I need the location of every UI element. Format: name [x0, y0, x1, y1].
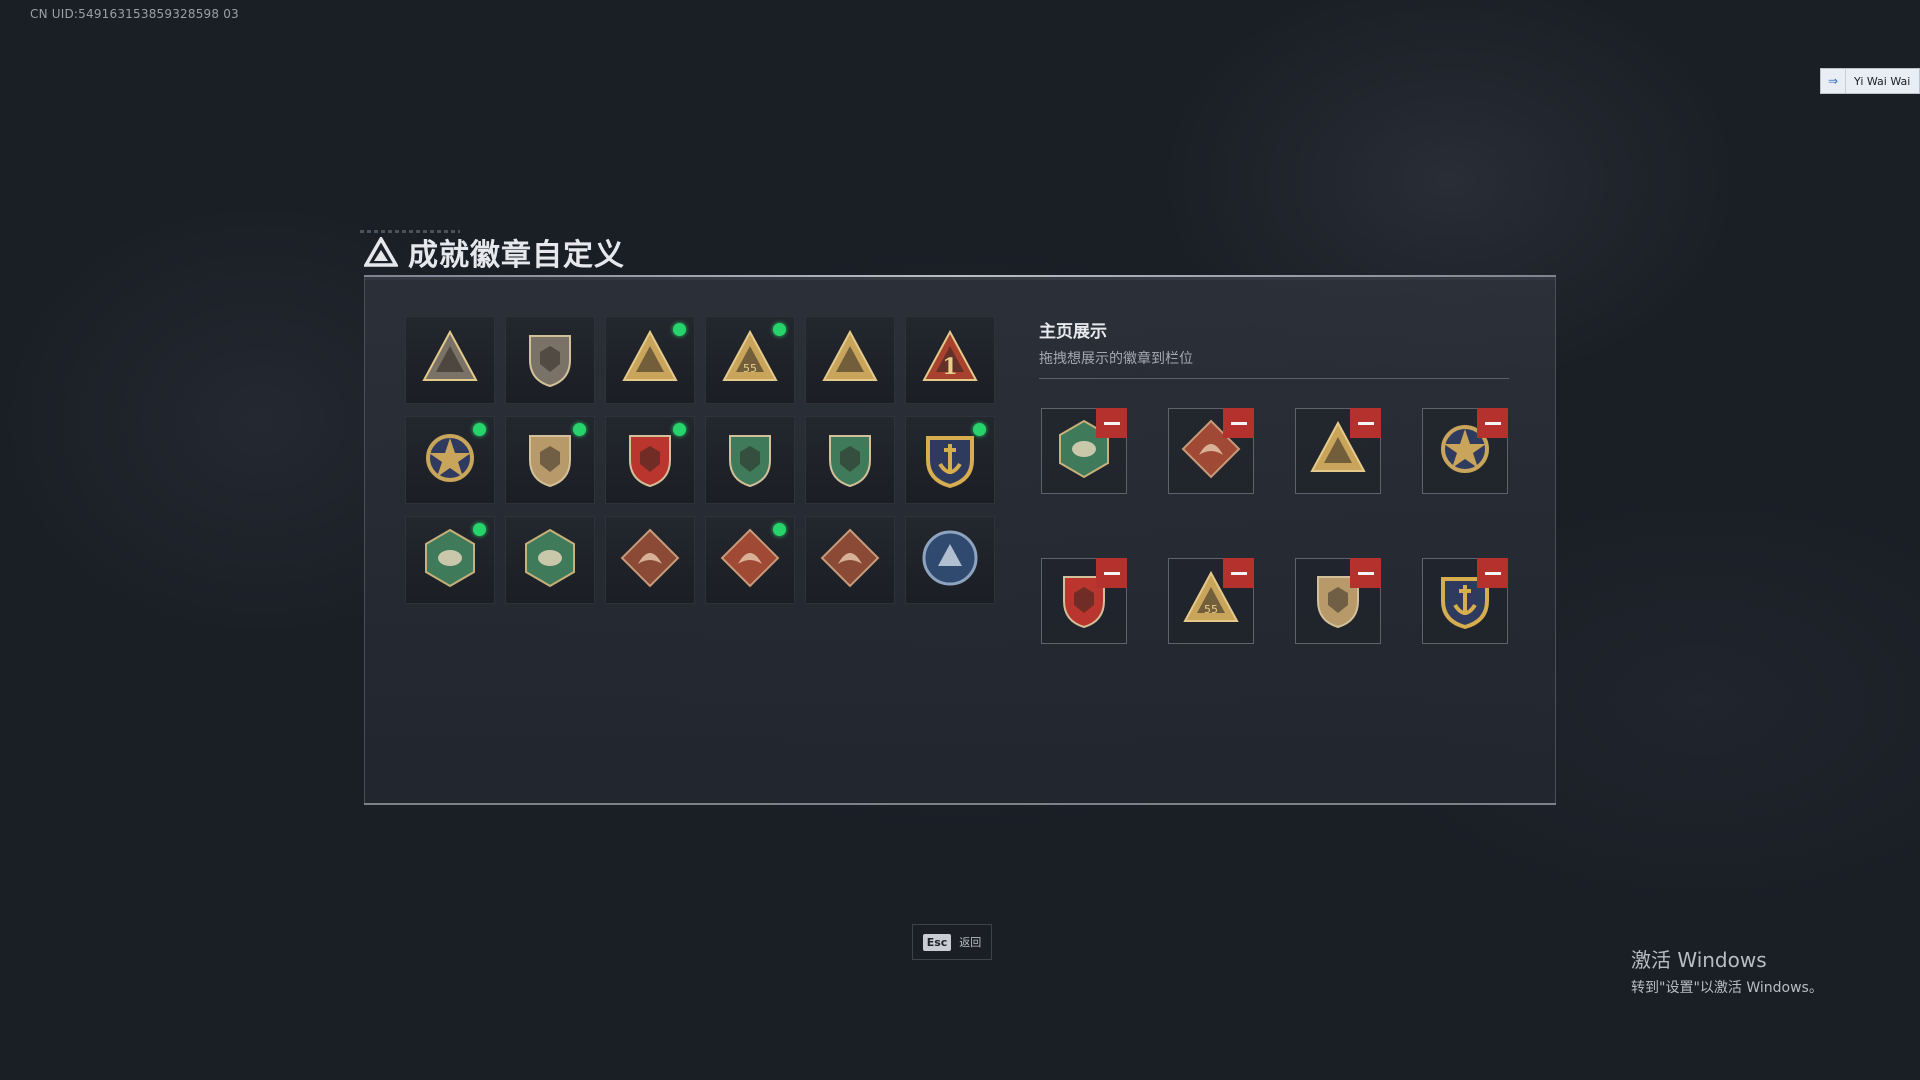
minus-icon	[1484, 571, 1501, 575]
remove-badge-button[interactable]	[1223, 408, 1254, 438]
remove-badge-button[interactable]	[1096, 408, 1127, 438]
showcase-title: 主页展示	[1039, 322, 1107, 342]
homepage-showcase: 主页展示 拖拽想展示的徽章到栏位 55	[1039, 317, 1509, 644]
remove-badge-button[interactable]	[1477, 408, 1508, 438]
minus-icon	[1357, 571, 1374, 575]
badge-cell[interactable]	[705, 416, 795, 504]
helicopter-badge-icon	[518, 326, 582, 394]
showcase-slot[interactable]	[1295, 558, 1381, 644]
badge-cell[interactable]	[505, 416, 595, 504]
minus-icon	[1230, 571, 1247, 575]
minus-icon	[1484, 421, 1501, 425]
dialog-title: 成就徽章自定义	[408, 238, 625, 273]
hands-triangle-badge-icon	[818, 326, 882, 394]
new-indicator-dot	[673, 423, 686, 436]
number-one-triangle-badge-icon: 1	[918, 326, 982, 394]
remove-badge-button[interactable]	[1096, 558, 1127, 588]
back-button[interactable]: Esc 返回	[912, 924, 992, 960]
badge-cell[interactable]: 1	[905, 316, 995, 404]
dragon-diamond-badge-icon	[618, 526, 682, 594]
badge-cell[interactable]	[605, 416, 695, 504]
badge-cell[interactable]	[905, 416, 995, 504]
new-indicator-dot	[573, 423, 586, 436]
divider	[1039, 378, 1509, 379]
new-indicator-dot	[773, 323, 786, 336]
wasp-hexagon-badge-icon	[418, 526, 482, 594]
triangle-logo-icon	[364, 237, 398, 267]
sword-triangle-badge-icon	[618, 326, 682, 394]
panel-bottom-line	[364, 803, 1556, 805]
new-indicator-dot	[473, 423, 486, 436]
new-indicator-dot	[973, 423, 986, 436]
activation-hint: 转到"设置"以激活 Windows。	[1631, 980, 1823, 996]
user-chip[interactable]: ⇒ Yi Wai Wai	[1820, 68, 1920, 94]
badge-cell[interactable]	[805, 316, 895, 404]
badge-cell[interactable]	[605, 316, 695, 404]
showcase-slot[interactable]	[1041, 408, 1127, 494]
star-medal-badge-icon	[418, 426, 482, 494]
badge-cell[interactable]	[805, 516, 895, 604]
showcase-slot[interactable]	[1422, 558, 1508, 644]
showcase-slot[interactable]	[1422, 408, 1508, 494]
minus-icon	[1230, 421, 1247, 425]
minus-icon	[1103, 421, 1120, 425]
anchor-gold-badge-icon	[918, 426, 982, 494]
showcase-slot[interactable]: 55	[1168, 558, 1254, 644]
hand-hexagon-badge-icon	[518, 526, 582, 594]
dialog-header: 成就徽章自定义	[364, 230, 625, 274]
green-crosshair-shield-badge-icon	[818, 426, 882, 494]
login-arrow-icon: ⇒	[1821, 69, 1846, 93]
new-indicator-dot	[673, 323, 686, 336]
shield-chevron-badge-icon	[518, 426, 582, 494]
eagle-shield-badge-icon	[618, 426, 682, 494]
remove-badge-button[interactable]	[1350, 408, 1381, 438]
windows-activation-watermark: 激活 Windows 转到"设置"以激活 Windows。	[1631, 944, 1823, 997]
svg-text:1: 1	[942, 354, 957, 380]
back-label: 返回	[959, 936, 982, 949]
user-name: Yi Wai Wai	[1854, 74, 1911, 88]
remove-badge-button[interactable]	[1350, 558, 1381, 588]
bag-55-triangle-badge-icon: 55	[718, 326, 782, 394]
new-indicator-dot	[473, 523, 486, 536]
minus-icon	[1357, 421, 1374, 425]
new-indicator-dot	[773, 523, 786, 536]
badge-cell[interactable]	[805, 416, 895, 504]
badge-cell[interactable]: 55	[705, 316, 795, 404]
badge-cell[interactable]	[905, 516, 995, 604]
remove-badge-button[interactable]	[1477, 558, 1508, 588]
wolf-circle-badge-icon	[918, 526, 982, 594]
badge-customize-panel: 55 1 主页展示 拖拽想展示的徽章到栏位 55	[364, 277, 1556, 805]
showcase-subtitle: 拖拽想展示的徽章到栏位	[1039, 351, 1193, 367]
showcase-slot[interactable]	[1041, 558, 1127, 644]
showcase-slot[interactable]	[1168, 408, 1254, 494]
minus-icon	[1103, 571, 1120, 575]
uid-label: CN UID:549163153859328598 03	[30, 7, 239, 21]
runner-diamond-badge-icon	[818, 526, 882, 594]
triangle-badge-icon	[418, 326, 482, 394]
badge-cell[interactable]	[405, 516, 495, 604]
badge-cell[interactable]	[405, 316, 495, 404]
green-rifle-shield-badge-icon	[718, 426, 782, 494]
badge-cell[interactable]	[705, 516, 795, 604]
dragon-diamond-red-badge-icon	[718, 526, 782, 594]
badge-grid: 55 1	[405, 316, 995, 604]
activation-title: 激活 Windows	[1631, 948, 1767, 972]
badge-cell[interactable]	[605, 516, 695, 604]
showcase-slot[interactable]	[1295, 408, 1381, 494]
esc-key: Esc	[922, 933, 952, 951]
remove-badge-button[interactable]	[1223, 558, 1254, 588]
svg-text:55: 55	[743, 362, 757, 375]
svg-text:55: 55	[1204, 603, 1218, 616]
badge-cell[interactable]	[405, 416, 495, 504]
badge-cell[interactable]	[505, 316, 595, 404]
showcase-slots: 55	[1041, 408, 1508, 644]
badge-cell[interactable]	[505, 516, 595, 604]
